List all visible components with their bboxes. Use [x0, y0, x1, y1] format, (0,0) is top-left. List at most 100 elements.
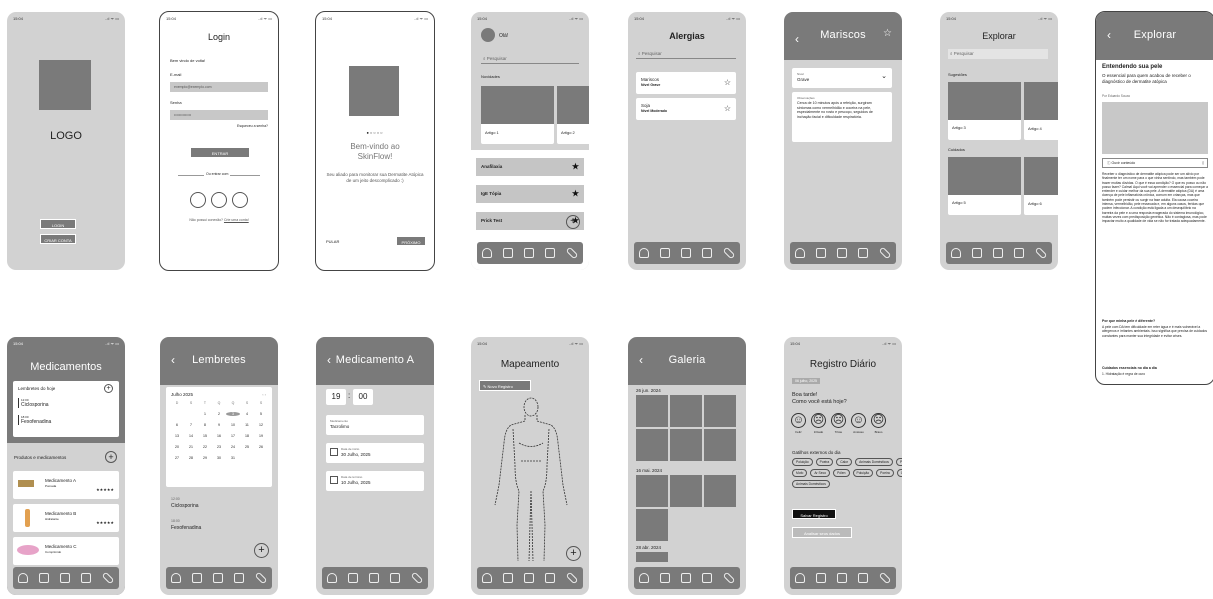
- listen-bar[interactable]: ⓘ Ouvir conteúdo ▯: [1102, 158, 1208, 168]
- forgot-password-link[interactable]: Esqueceu a senha?: [237, 124, 268, 128]
- calendar-day[interactable]: 15: [198, 434, 212, 438]
- image-icon[interactable]: [857, 248, 868, 258]
- calendar-day[interactable]: 6: [170, 423, 184, 427]
- home-icon[interactable]: [639, 248, 650, 258]
- photo-thumbnail[interactable]: [636, 509, 668, 541]
- mood-option[interactable]: ☺ Feliz: [791, 413, 806, 434]
- photo-thumbnail[interactable]: [670, 395, 702, 427]
- calendar-day[interactable]: 20: [170, 445, 184, 449]
- search-input[interactable]: ⌕ Pesquisar: [636, 49, 736, 59]
- allergy-item[interactable]: Soja Nível Moderado ☆: [636, 98, 736, 120]
- image-icon[interactable]: [701, 248, 712, 258]
- allergy-item[interactable]: Mariscos Nível Grave ☆: [636, 72, 736, 94]
- hour-input[interactable]: 19: [326, 389, 346, 405]
- trigger-tag[interactable]: Poeira: [815, 458, 834, 466]
- calendar-day[interactable]: 5: [254, 412, 268, 416]
- calendar-icon[interactable]: [680, 573, 691, 583]
- home-icon[interactable]: [795, 573, 806, 583]
- trigger-tag[interactable]: Ar Seco: [810, 469, 831, 477]
- new-record-button[interactable]: ✎ Novo Registro: [479, 380, 531, 391]
- end-date-field[interactable]: Data de término 10 Julho, 2025: [326, 471, 424, 491]
- photo-thumbnail[interactable]: [636, 429, 668, 461]
- calendar-day[interactable]: 3: [226, 412, 240, 416]
- calendar-icon[interactable]: [212, 573, 223, 583]
- medication-item[interactable]: Medicamento C Comprimido: [13, 537, 119, 565]
- mood-option[interactable]: ☹ Irritado: [811, 413, 826, 434]
- calendar-day[interactable]: 10: [226, 423, 240, 427]
- trigger-tag[interactable]: Calor: [896, 469, 902, 477]
- reminder-item[interactable]: 18:00 Fexofenadina: [18, 415, 51, 425]
- pill-icon[interactable]: [722, 571, 735, 585]
- star-outline-icon[interactable]: ☆: [883, 28, 892, 39]
- social-login-2[interactable]: [211, 192, 227, 208]
- article-card[interactable]: Artigo 4: [1024, 82, 1058, 140]
- level-select[interactable]: Nível Grave ⌄: [792, 68, 892, 88]
- photo-thumbnail[interactable]: [670, 429, 702, 461]
- image-icon[interactable]: [389, 573, 400, 583]
- calendar-day[interactable]: 23: [212, 445, 226, 449]
- book-icon[interactable]: [660, 248, 671, 258]
- calendar-day[interactable]: 19: [254, 434, 268, 438]
- photo-thumbnail[interactable]: [670, 475, 702, 507]
- pill-icon[interactable]: [1034, 246, 1047, 260]
- book-icon[interactable]: [816, 573, 827, 583]
- calendar-day[interactable]: 30: [212, 456, 226, 460]
- image-icon[interactable]: [544, 573, 555, 583]
- trigger-tag[interactable]: Poluição: [792, 458, 813, 466]
- calendar-icon[interactable]: [523, 573, 534, 583]
- photo-thumbnail[interactable]: [636, 395, 668, 427]
- minute-input[interactable]: 00: [353, 389, 373, 405]
- pill-icon[interactable]: [565, 571, 578, 585]
- calendar-day[interactable]: 13: [170, 434, 184, 438]
- trigger-tag[interactable]: Animais Domésticos: [855, 458, 893, 466]
- social-login-1[interactable]: [190, 192, 206, 208]
- calendar-day[interactable]: 24: [226, 445, 240, 449]
- calendar-day[interactable]: 2: [212, 412, 226, 416]
- calendar-icon[interactable]: [836, 573, 847, 583]
- star-icon[interactable]: ★: [572, 189, 579, 198]
- image-icon[interactable]: [80, 573, 91, 583]
- calendar-day[interactable]: 31: [226, 456, 240, 460]
- book-icon[interactable]: [660, 573, 671, 583]
- add-reminder-button[interactable]: +: [104, 384, 113, 393]
- calendar-day[interactable]: 29: [198, 456, 212, 460]
- trigger-tag[interactable]: Poeira: [876, 469, 894, 477]
- home-icon[interactable]: [327, 573, 338, 583]
- mood-option[interactable]: ☹ Bravo: [871, 413, 886, 434]
- home-icon[interactable]: [171, 573, 182, 583]
- calendar-icon[interactable]: [523, 248, 534, 258]
- image-icon[interactable]: [1013, 248, 1024, 258]
- calendar-icon[interactable]: [836, 248, 847, 258]
- save-record-button[interactable]: Salvar Registro: [792, 509, 836, 519]
- calendar-day[interactable]: 27: [170, 456, 184, 460]
- trigger-tag[interactable]: Animais Domésticos: [792, 480, 830, 488]
- calendar-day[interactable]: 12: [254, 423, 268, 427]
- photo-thumbnail[interactable]: [704, 429, 736, 461]
- book-icon[interactable]: [816, 248, 827, 258]
- calendar-day[interactable]: 18: [240, 434, 254, 438]
- calendar-day[interactable]: 26: [254, 445, 268, 449]
- book-icon[interactable]: [972, 248, 983, 258]
- mood-option[interactable]: ☺ Ansioso: [851, 413, 866, 434]
- star-outline-icon[interactable]: ☆: [724, 104, 731, 113]
- list-item[interactable]: IgE Tópia ★: [476, 185, 584, 203]
- list-item[interactable]: Anafilaxia ★: [476, 158, 584, 176]
- article-card[interactable]: Artigo 1: [481, 86, 554, 144]
- home-icon[interactable]: [482, 248, 493, 258]
- calendar-day[interactable]: 11: [240, 423, 254, 427]
- medication-item[interactable]: Medicamento A Pomada ★★★★★: [13, 471, 119, 499]
- photo-thumbnail[interactable]: [636, 552, 668, 562]
- search-input[interactable]: ⌕ Pesquisar: [481, 54, 579, 64]
- photo-thumbnail[interactable]: [704, 475, 736, 507]
- image-icon[interactable]: [701, 573, 712, 583]
- trigger-tag[interactable]: Mofo: [792, 469, 808, 477]
- next-button[interactable]: PRÓXIMO: [396, 236, 426, 246]
- reminder-item[interactable]: 12:00 Ciclosporina: [18, 398, 49, 408]
- article-card[interactable]: Artigo 6: [1024, 157, 1058, 215]
- calendar-day[interactable]: 7: [184, 423, 198, 427]
- calendar-day[interactable]: 17: [226, 434, 240, 438]
- calendar-icon[interactable]: [59, 573, 70, 583]
- book-icon[interactable]: [39, 573, 50, 583]
- notes-box[interactable]: Observações Cerca de 10 minutos após a re…: [792, 92, 892, 142]
- create-account-link[interactable]: Crie uma conta!: [224, 218, 249, 222]
